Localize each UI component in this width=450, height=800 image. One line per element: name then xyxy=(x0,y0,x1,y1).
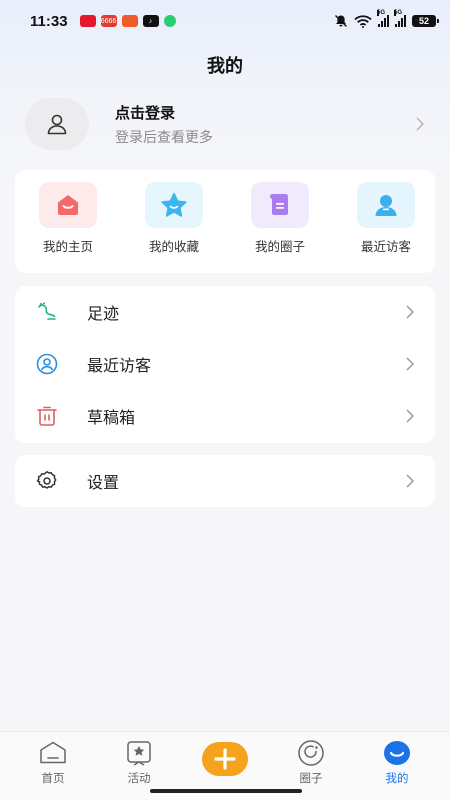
home-icon xyxy=(39,182,97,228)
user-circle-icon xyxy=(35,352,59,376)
chevron-right-icon xyxy=(405,409,415,423)
menu-item-footprints[interactable]: 足迹 xyxy=(15,286,435,338)
menu-item-label: 最近访客 xyxy=(87,356,152,375)
tab-label: 首页 xyxy=(41,771,65,785)
publish-button[interactable] xyxy=(202,742,248,776)
star-icon xyxy=(145,182,203,228)
tab-label: 我的 xyxy=(385,771,409,785)
menu-item-label: 草稿箱 xyxy=(87,408,136,427)
chevron-right-icon xyxy=(405,474,415,488)
tiktok-icon: ♪ xyxy=(142,15,159,27)
drafts-icon xyxy=(35,404,59,428)
tab-home[interactable]: 首页 xyxy=(18,738,88,800)
menu-item-label: 足迹 xyxy=(87,304,120,323)
activity-tab-icon xyxy=(126,738,152,768)
status-bar: 11:33 6666 ♪ 5G 5G 52 xyxy=(0,0,450,42)
status-time: 11:33 xyxy=(30,12,68,30)
battery-icon: 52 xyxy=(412,15,439,27)
status-right: 5G 5G 52 xyxy=(334,10,439,28)
login-profile-row[interactable]: 点击登录 登录后查看更多 xyxy=(25,96,425,152)
home-indicator[interactable] xyxy=(150,789,302,793)
mute-bell-icon xyxy=(335,15,347,27)
quick-action-label: 我的主页 xyxy=(42,239,93,254)
chevron-right-icon xyxy=(405,357,415,371)
menu-item-recent-visitors[interactable]: 最近访客 xyxy=(15,338,435,390)
footprint-icon xyxy=(35,300,59,324)
quick-action-my-circles[interactable]: 我的圈子 xyxy=(247,182,313,273)
login-title[interactable]: 点击登录 xyxy=(115,102,213,123)
menu-item-settings[interactable]: 设置 xyxy=(15,455,435,507)
orange-app-icon xyxy=(121,15,138,27)
plus-icon xyxy=(214,748,236,770)
tab-label: 圈子 xyxy=(299,771,323,785)
menu-item-label: 设置 xyxy=(87,473,120,492)
tab-mine[interactable]: 我的 xyxy=(362,738,432,800)
quick-action-label: 我的收藏 xyxy=(148,239,199,254)
news-app-icon: 6666 xyxy=(100,15,117,27)
menu-item-drafts[interactable]: 草稿箱 xyxy=(15,390,435,442)
gear-icon xyxy=(35,469,59,493)
login-subtitle: 登录后查看更多 xyxy=(115,129,213,146)
mine-tab-icon xyxy=(383,738,411,768)
quick-actions-card: 我的主页 我的收藏 我的圈子 最近访客 xyxy=(15,170,435,273)
avatar[interactable] xyxy=(25,98,89,150)
quick-action-label: 最近访客 xyxy=(360,239,411,254)
visitor-icon xyxy=(357,182,415,228)
settings-card: 设置 xyxy=(15,455,435,507)
login-text: 点击登录 登录后查看更多 xyxy=(115,102,213,147)
quick-action-my-homepage[interactable]: 我的主页 xyxy=(35,182,101,273)
chevron-right-icon xyxy=(405,305,415,319)
quick-action-recent-visitors[interactable]: 最近访客 xyxy=(353,182,419,273)
tab-label: 活动 xyxy=(127,771,151,785)
home-tab-icon xyxy=(39,738,67,768)
page-title: 我的 xyxy=(207,56,243,77)
menu-card: 足迹 最近访客 草稿箱 xyxy=(15,286,435,443)
signal-strength-icon: 5G xyxy=(394,10,406,27)
quick-action-my-favorites[interactable]: 我的收藏 xyxy=(141,182,207,273)
wifi-icon xyxy=(354,14,372,28)
scroll-icon xyxy=(251,182,309,228)
circle-tab-icon xyxy=(297,738,325,768)
signal-strength-icon: 5G xyxy=(377,10,389,27)
weibo-icon xyxy=(79,15,96,27)
notification-app-icons: 6666 ♪ xyxy=(79,15,176,27)
shield-app-icon xyxy=(163,15,176,27)
quick-action-label: 我的圈子 xyxy=(254,239,305,254)
chevron-right-icon xyxy=(415,117,425,131)
user-icon xyxy=(47,114,67,135)
